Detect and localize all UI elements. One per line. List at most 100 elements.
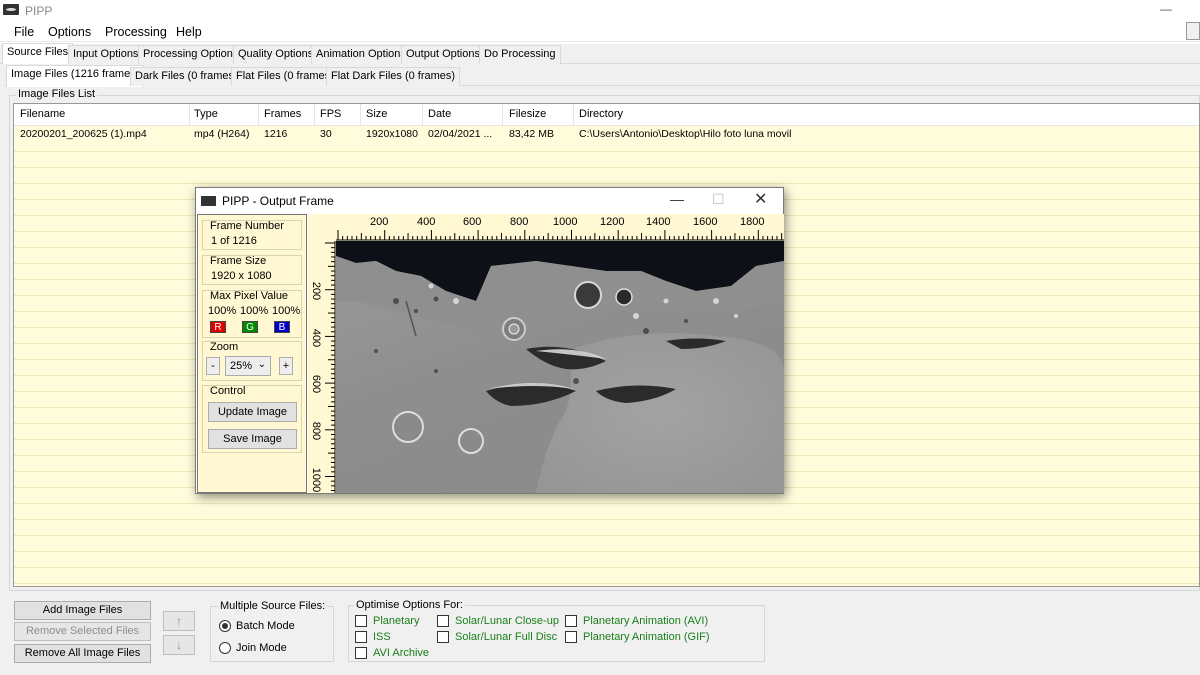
tab-flat-dark-files[interactable]: Flat Dark Files (0 frames) xyxy=(326,67,461,86)
tab-quality-options[interactable]: Quality Options xyxy=(233,45,319,64)
frame-number-value: 1 of 1216 xyxy=(211,235,257,247)
zoom-out-button[interactable]: - xyxy=(206,357,220,375)
cell-frames: 1216 xyxy=(264,128,288,140)
zoom-select[interactable]: 25% ⌄ xyxy=(225,356,271,376)
ruler-label-600: 600 xyxy=(463,216,482,228)
frame-size-group: Frame Size 1920 x 1080 xyxy=(202,255,302,285)
cell-date: 02/04/2021 ... xyxy=(428,128,493,140)
tab-animation-options[interactable]: Animation Options xyxy=(311,45,411,64)
tab-dark-files[interactable]: Dark Files (0 frames) xyxy=(130,67,243,86)
title-bar: PIPP — xyxy=(0,0,1200,22)
ruler-label-400: 400 xyxy=(417,216,436,228)
window-title: PIPP xyxy=(25,4,53,18)
add-image-files-button[interactable]: Add Image Files xyxy=(14,601,151,620)
close-icon[interactable]: ✕ xyxy=(754,189,767,209)
max-pixel-label: Max Pixel Value xyxy=(210,290,289,302)
menu-processing[interactable]: Processing xyxy=(105,25,167,39)
multiple-source-label: Multiple Source Files: xyxy=(218,600,328,612)
zoom-in-button[interactable]: + xyxy=(279,357,293,375)
ruler-label-800: 800 xyxy=(510,216,529,228)
main-tabs: Source Files Input Options Processing Op… xyxy=(0,43,1200,65)
planetary-animation-gif-checkbox[interactable] xyxy=(565,631,577,643)
pipp-app-icon xyxy=(3,4,19,15)
tab-do-processing[interactable]: Do Processing xyxy=(479,45,561,64)
output-frame-window[interactable]: PIPP - Output Frame — ☐ ✕ Frame Number 1… xyxy=(195,187,784,494)
max-pixel-red: 100% xyxy=(208,305,237,317)
table-row[interactable]: 20200201_200625 (1).mp4 mp4 (H264) 1216 … xyxy=(14,126,1199,142)
maximize-icon[interactable]: ☐ xyxy=(712,191,725,208)
cell-type: mp4 (H264) xyxy=(194,128,250,140)
moon-frame-preview[interactable] xyxy=(336,241,784,493)
remove-all-image-files-button[interactable]: Remove All Image Files xyxy=(14,644,151,663)
menu-dropdown-button[interactable] xyxy=(1186,22,1200,40)
sub-tabs: Image Files (1216 frames) Dark Files (0 … xyxy=(4,65,1200,87)
solar-lunar-closeup-label: Solar/Lunar Close-up xyxy=(455,615,559,627)
list-header: Filename Type Frames FPS Size Date Files… xyxy=(14,104,1199,126)
ruler-label-1200: 1200 xyxy=(600,216,625,228)
frame-size-value: 1920 x 1080 xyxy=(211,270,272,282)
control-label: Control xyxy=(210,385,246,397)
update-image-button[interactable]: Update Image xyxy=(208,402,297,422)
planetary-label: Planetary xyxy=(373,615,420,627)
avi-archive-checkbox[interactable] xyxy=(355,647,367,659)
planetary-animation-avi-checkbox[interactable] xyxy=(565,615,577,627)
avi-archive-label: AVI Archive xyxy=(373,647,430,659)
remove-selected-files-button[interactable]: Remove Selected Files xyxy=(14,622,151,641)
max-pixel-group: Max Pixel Value 100% 100% 100% R G B xyxy=(202,290,302,338)
tab-source-files[interactable]: Source Files xyxy=(2,43,74,65)
zoom-group: Zoom - 25% ⌄ + xyxy=(202,341,302,381)
max-pixel-blue: 100% xyxy=(272,305,301,317)
solar-lunar-full-disc-checkbox[interactable] xyxy=(437,631,449,643)
move-down-button[interactable]: ↓ xyxy=(163,635,195,655)
cell-filesize: 83,42 MB xyxy=(509,128,554,140)
horizontal-ruler: 200 400 600 800 1000 1200 1400 1600 1800 xyxy=(308,214,784,241)
frame-size-label: Frame Size xyxy=(210,255,267,267)
cell-size: 1920x1080 xyxy=(366,128,418,140)
ruler-label-v200: 200 xyxy=(310,281,323,301)
tab-flat-files[interactable]: Flat Files (0 frames) xyxy=(231,67,339,86)
ruler-label-v1000: 1000 xyxy=(310,467,323,493)
green-channel-badge[interactable]: G xyxy=(242,321,258,333)
red-channel-badge[interactable]: R xyxy=(210,321,226,333)
solar-lunar-closeup-checkbox[interactable] xyxy=(437,615,449,627)
ruler-label-1600: 1600 xyxy=(693,216,718,228)
menu-file[interactable]: File xyxy=(14,25,34,39)
batch-mode-radio[interactable] xyxy=(219,620,231,632)
iss-label: ISS xyxy=(373,631,391,643)
menu-help[interactable]: Help xyxy=(176,25,202,39)
tab-processing-options[interactable]: Processing Options xyxy=(138,45,244,64)
minimize-icon[interactable]: — xyxy=(1160,2,1172,16)
ruler-label-200: 200 xyxy=(370,216,389,228)
minimize-icon[interactable]: — xyxy=(670,191,684,207)
planetary-checkbox[interactable] xyxy=(355,615,367,627)
batch-mode-label: Batch Mode xyxy=(236,620,295,632)
menu-options[interactable]: Options xyxy=(48,25,91,39)
output-frame-title: PIPP - Output Frame xyxy=(222,194,334,208)
move-up-button[interactable]: ↑ xyxy=(163,611,195,631)
blue-channel-badge[interactable]: B xyxy=(274,321,290,333)
save-image-button[interactable]: Save Image xyxy=(208,429,297,449)
ruler-label-1800: 1800 xyxy=(740,216,765,228)
join-mode-radio[interactable] xyxy=(219,642,231,654)
tab-input-options[interactable]: Input Options xyxy=(68,45,144,64)
frame-number-label: Frame Number xyxy=(210,220,284,232)
frame-number-group: Frame Number 1 of 1216 xyxy=(202,220,302,250)
cell-directory: C:\Users\Antonio\Desktop\Hilo foto luna … xyxy=(579,128,792,140)
ruler-label-v600: 600 xyxy=(310,374,323,394)
zoom-label: Zoom xyxy=(210,341,239,353)
iss-checkbox[interactable] xyxy=(355,631,367,643)
image-files-list-label: Image Files List xyxy=(16,88,98,100)
planetary-animation-avi-label: Planetary Animation (AVI) xyxy=(583,615,709,627)
tab-output-options[interactable]: Output Options xyxy=(401,45,485,64)
tab-image-files[interactable]: Image Files (1216 frames) xyxy=(6,65,145,87)
max-pixel-green: 100% xyxy=(240,305,269,317)
pipp-window-icon xyxy=(201,196,216,206)
output-frame-titlebar[interactable]: PIPP - Output Frame — ☐ ✕ xyxy=(196,188,783,214)
planetary-animation-gif-label: Planetary Animation (GIF) xyxy=(583,631,710,643)
ruler-label-v800: 800 xyxy=(310,421,323,441)
control-group: Control Update Image Save Image xyxy=(202,385,302,453)
solar-lunar-full-disc-label: Solar/Lunar Full Disc xyxy=(455,631,558,643)
menu-bar: File Options Processing Help xyxy=(0,22,1200,42)
cell-filename: 20200201_200625 (1).mp4 xyxy=(20,128,147,140)
vertical-ruler: 200 400 600 800 1000 xyxy=(308,241,336,493)
